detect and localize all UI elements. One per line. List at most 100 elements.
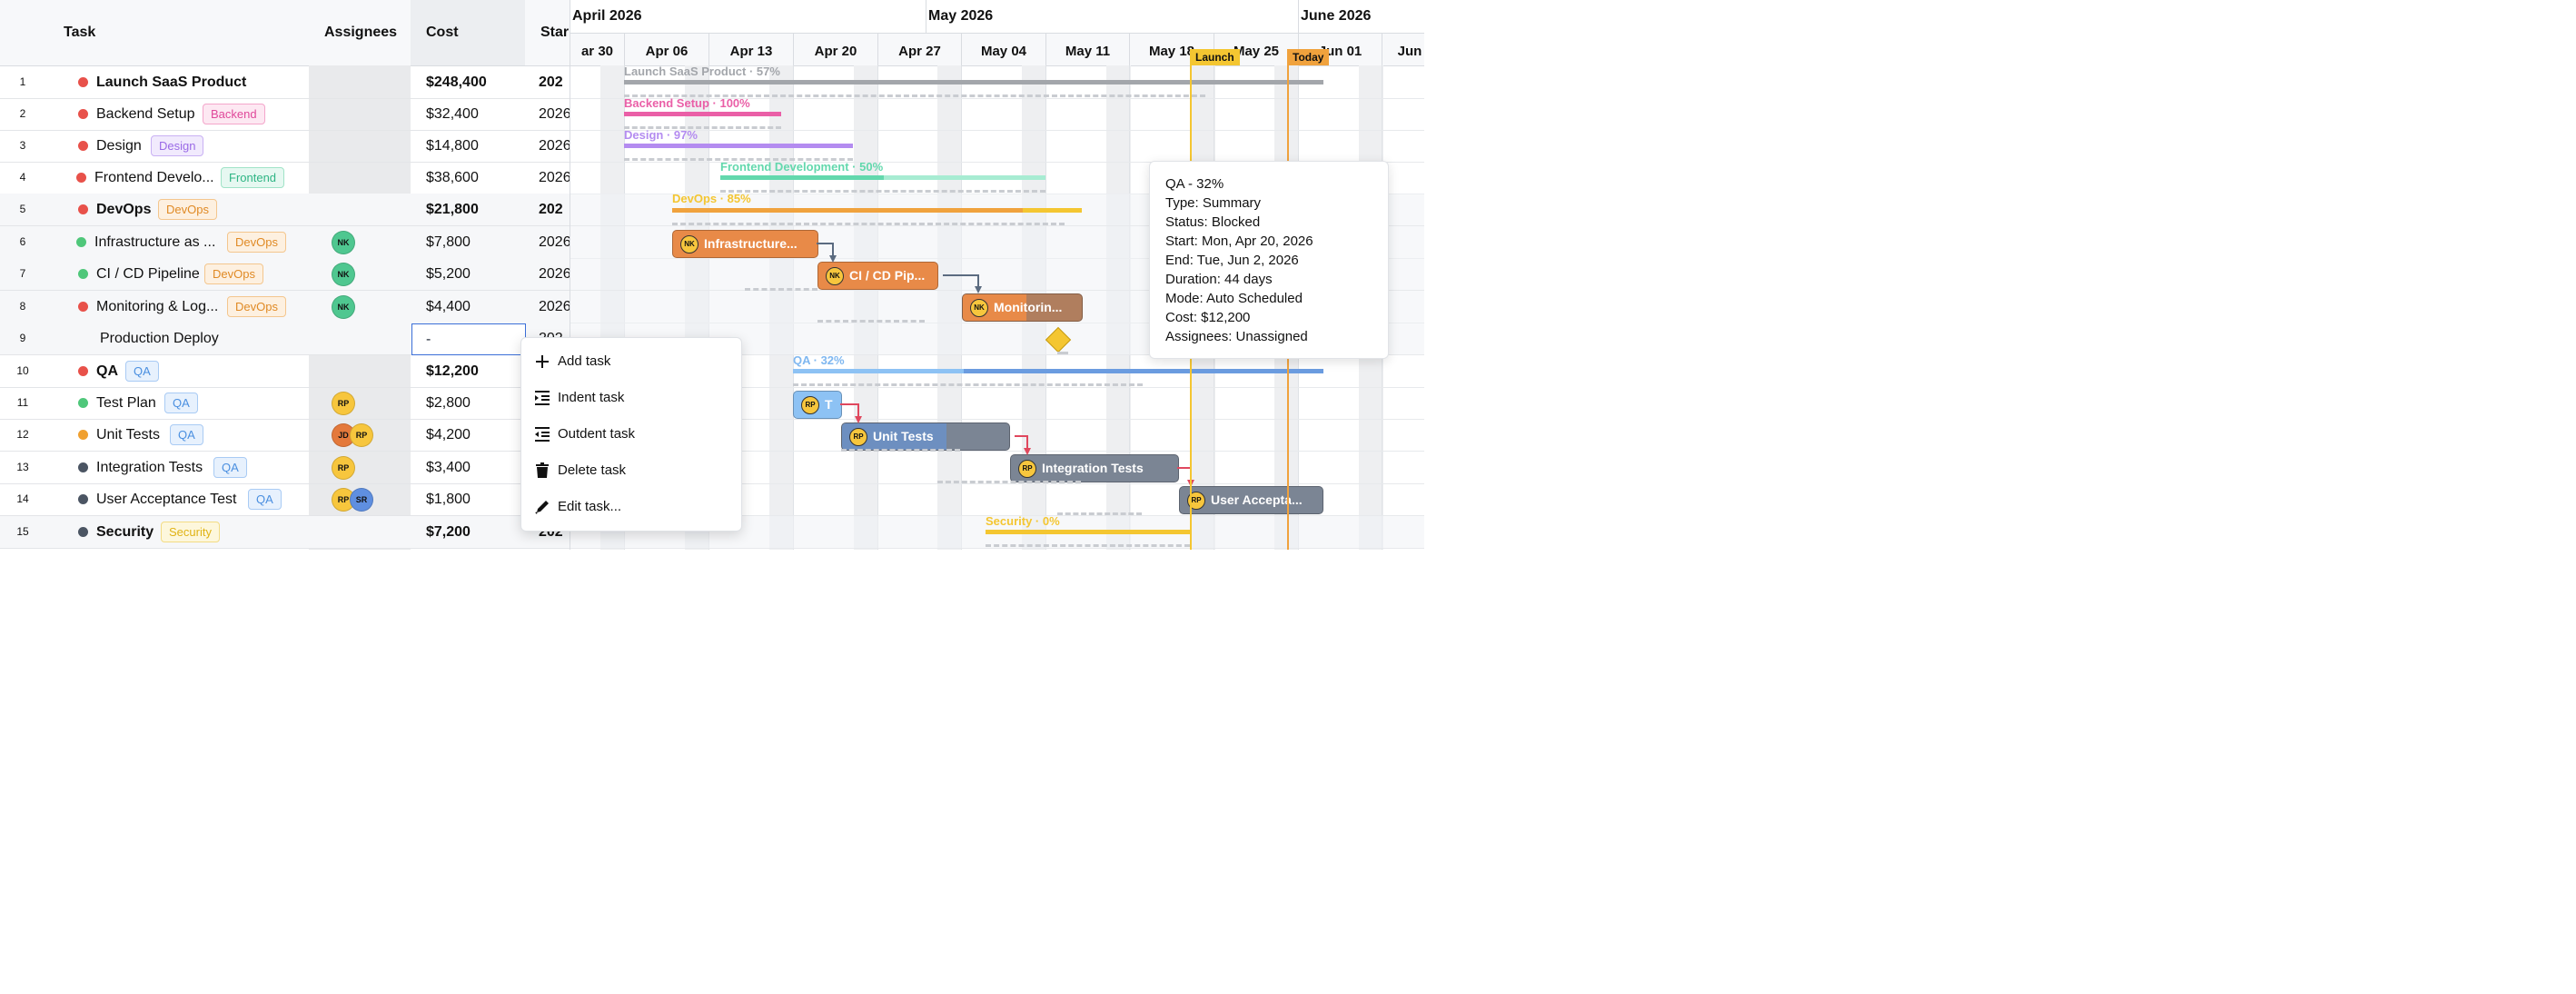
menu-item-add-task[interactable]: Add task bbox=[521, 345, 741, 378]
menu-item-delete-task[interactable]: Delete task bbox=[521, 454, 741, 487]
task-name[interactable]: Production Deploy bbox=[100, 323, 219, 354]
task-row[interactable]: 1 Launch SaaS Product $248,400 202 bbox=[0, 66, 570, 99]
menu-item-indent-task[interactable]: Indent task bbox=[521, 382, 741, 414]
task-cost[interactable]: $4,400 bbox=[426, 291, 471, 323]
week-header: Apr 27 bbox=[878, 34, 962, 66]
header-task-cell[interactable]: Task bbox=[0, 0, 309, 66]
task-cost[interactable]: $21,800 bbox=[426, 194, 479, 225]
status-dot bbox=[76, 173, 86, 183]
task-row[interactable]: 4 Frontend Develo... Frontend $38,600 20… bbox=[0, 162, 570, 194]
avatar[interactable]: NK bbox=[332, 231, 355, 254]
task-start[interactable]: 202 bbox=[539, 194, 563, 225]
task-start[interactable]: 2026 bbox=[539, 258, 570, 290]
tag-badge: DevOps bbox=[204, 263, 263, 284]
task-bar[interactable]: RP T bbox=[793, 391, 842, 419]
task-bar-label: Unit Tests bbox=[873, 429, 934, 443]
task-row[interactable]: 15 Security Security $7,200 202 bbox=[0, 516, 570, 549]
task-start[interactable]: 2026 bbox=[539, 162, 570, 194]
summary-bar[interactable] bbox=[672, 208, 1082, 213]
avatar[interactable]: RP bbox=[332, 456, 355, 480]
task-row[interactable]: 7 CI / CD Pipeline DevOps NK $5,200 2026 bbox=[0, 258, 570, 291]
summary-bar[interactable] bbox=[624, 80, 1323, 84]
task-start[interactable]: 2026 bbox=[539, 291, 570, 323]
task-row[interactable]: 6 Infrastructure as ... DevOps NK $7,800… bbox=[0, 226, 570, 259]
task-cost[interactable]: $14,800 bbox=[426, 130, 479, 162]
summary-bar[interactable] bbox=[986, 530, 1190, 534]
task-row[interactable]: 2 Backend Setup Backend $32,400 2026 bbox=[0, 98, 570, 131]
cost-edit-value[interactable]: - bbox=[426, 324, 431, 354]
task-name[interactable]: QA bbox=[96, 355, 118, 387]
today-marker[interactable]: Today bbox=[1287, 49, 1330, 65]
summary-bar[interactable] bbox=[793, 369, 1323, 373]
task-tooltip: QA - 32% Type: Summary Status: Blocked S… bbox=[1149, 161, 1389, 359]
summary-bar[interactable] bbox=[720, 175, 1045, 180]
status-dot bbox=[78, 527, 88, 537]
task-name[interactable]: User Acceptance Test bbox=[96, 483, 236, 515]
task-bar[interactable]: NK Monitorin... bbox=[962, 293, 1083, 322]
task-cost[interactable]: $3,400 bbox=[426, 452, 471, 483]
task-name[interactable]: Unit Tests bbox=[96, 419, 160, 451]
task-row[interactable]: 5 DevOps DevOps $21,800 202 bbox=[0, 194, 570, 226]
baseline-bar bbox=[1057, 512, 1142, 515]
header-assignees-cell[interactable]: Assignees bbox=[309, 0, 411, 66]
task-row[interactable]: 12 Unit Tests QA JD RP $4,200 2026 bbox=[0, 419, 570, 452]
summary-bar-label: Security · 0% bbox=[986, 514, 1060, 528]
avatar[interactable]: SR bbox=[350, 488, 373, 512]
task-cost[interactable]: $5,200 bbox=[426, 258, 471, 290]
task-name[interactable]: Frontend Develo... bbox=[94, 162, 214, 194]
task-row[interactable]: 10 QA QA $12,200 bbox=[0, 355, 570, 388]
task-name[interactable]: CI / CD Pipeline bbox=[96, 258, 200, 290]
task-name[interactable]: Launch SaaS Product bbox=[96, 66, 246, 98]
status-dot bbox=[78, 302, 88, 312]
task-cost[interactable]: $7,200 bbox=[426, 516, 471, 548]
task-cost[interactable]: $7,800 bbox=[426, 226, 471, 258]
task-cost[interactable]: $4,200 bbox=[426, 419, 471, 451]
task-cost[interactable]: $38,600 bbox=[426, 162, 479, 194]
task-name[interactable]: Monitoring & Log... bbox=[96, 291, 218, 323]
task-name[interactable]: DevOps bbox=[96, 194, 151, 225]
task-bar[interactable]: RP User Accepta... bbox=[1179, 486, 1323, 514]
launch-marker[interactable]: Launch bbox=[1190, 49, 1240, 65]
task-cost[interactable]: $32,400 bbox=[426, 98, 479, 130]
avatar[interactable]: RP bbox=[332, 392, 355, 415]
avatar[interactable]: NK bbox=[332, 295, 355, 319]
task-row[interactable]: 8 Monitoring & Log... DevOps NK $4,400 2… bbox=[0, 291, 570, 323]
task-bar[interactable]: NK Infrastructure... bbox=[672, 230, 818, 258]
task-name[interactable]: Integration Tests bbox=[96, 452, 203, 483]
task-start[interactable]: 2026 bbox=[539, 130, 570, 162]
task-name[interactable]: Infrastructure as ... bbox=[94, 226, 215, 258]
task-row[interactable]: 13 Integration Tests QA RP $3,400 2026 bbox=[0, 452, 570, 484]
task-row[interactable]: 3 Design Design $14,800 2026 bbox=[0, 130, 570, 163]
tag-badge: DevOps bbox=[227, 232, 286, 253]
header-start-cell[interactable]: Star bbox=[525, 0, 570, 66]
task-cost[interactable]: $12,200 bbox=[426, 355, 479, 387]
task-bar[interactable]: NK CI / CD Pip... bbox=[817, 262, 938, 290]
header-cost-cell[interactable]: Cost bbox=[411, 0, 525, 66]
task-row[interactable]: 11 Test Plan QA RP $2,800 2026 bbox=[0, 387, 570, 420]
task-bar[interactable]: RP Unit Tests bbox=[841, 422, 1010, 451]
cost-edit-cell[interactable]: - bbox=[411, 323, 529, 358]
task-cost[interactable]: $2,800 bbox=[426, 387, 471, 419]
menu-item-outdent-task[interactable]: Outdent task bbox=[521, 418, 741, 451]
task-name[interactable]: Test Plan bbox=[96, 387, 156, 419]
summary-bar[interactable] bbox=[624, 144, 853, 148]
task-name[interactable]: Backend Setup bbox=[96, 98, 195, 130]
summary-bar-label: Design · 97% bbox=[624, 128, 698, 142]
task-start[interactable]: 2026 bbox=[539, 226, 570, 258]
task-start[interactable]: 202 bbox=[539, 66, 563, 98]
task-row[interactable]: 14 User Acceptance Test QA RP SR $1,800 … bbox=[0, 483, 570, 516]
task-name[interactable]: Design bbox=[96, 130, 142, 162]
avatar[interactable]: NK bbox=[332, 263, 355, 286]
week-header: May 04 bbox=[962, 34, 1046, 66]
summary-bar-label: DevOps · 85% bbox=[672, 192, 751, 205]
avatar[interactable]: RP bbox=[350, 423, 373, 447]
task-name[interactable]: Security bbox=[96, 516, 154, 548]
menu-item-edit-task[interactable]: Edit task... bbox=[521, 491, 741, 523]
summary-bar[interactable] bbox=[624, 112, 781, 116]
task-bar[interactable]: RP Integration Tests bbox=[1010, 454, 1179, 482]
row-number: 13 bbox=[16, 461, 29, 473]
task-start[interactable]: 2026 bbox=[539, 98, 570, 130]
summary-bar-label: Backend Setup · 100% bbox=[624, 96, 750, 110]
task-cost[interactable]: $1,800 bbox=[426, 483, 471, 515]
task-cost[interactable]: $248,400 bbox=[426, 66, 487, 98]
